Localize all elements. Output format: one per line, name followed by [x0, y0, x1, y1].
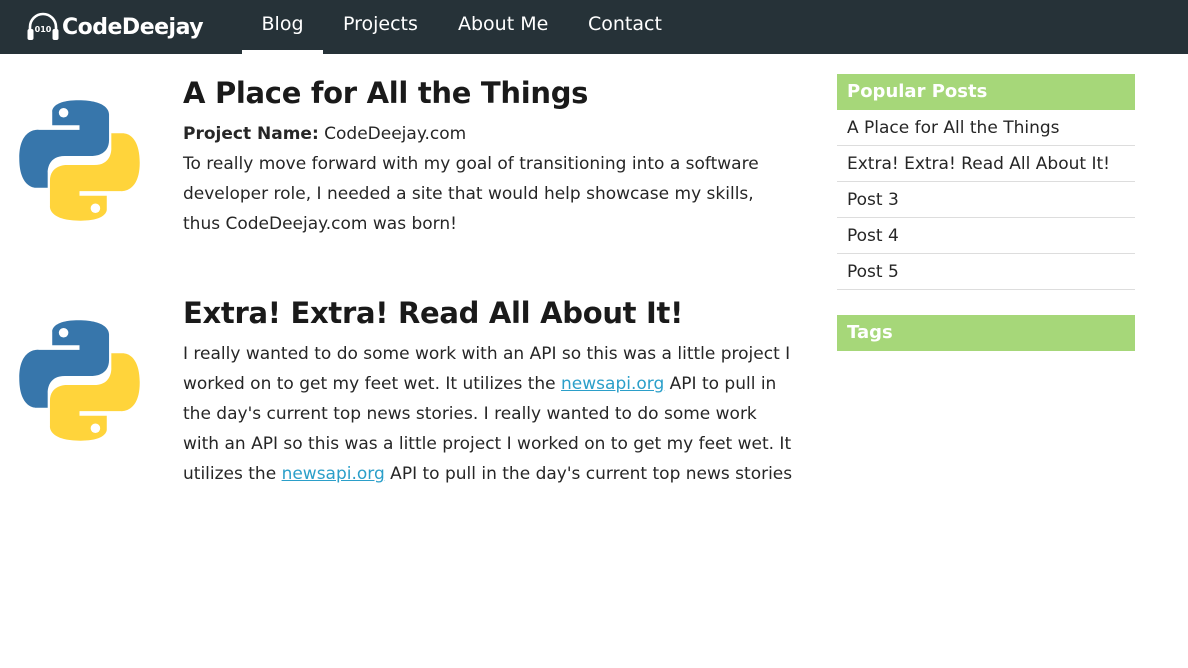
nav-link-projects[interactable]: Projects — [343, 0, 418, 50]
popular-post-item[interactable]: Post 3 — [837, 182, 1135, 218]
nav-link-contact[interactable]: Contact — [588, 0, 662, 50]
tags-heading: Tags — [837, 315, 1135, 351]
top-navbar: 010 CodeDeejay Blog Projects About Me Co… — [0, 0, 1188, 54]
popular-posts-list: A Place for All the Things Extra! Extra!… — [837, 110, 1135, 290]
post-title[interactable]: Extra! Extra! Read All About It! — [183, 296, 683, 330]
post-title[interactable]: A Place for All the Things — [183, 76, 588, 110]
popular-post-link[interactable]: Extra! Extra! Read All About It! — [847, 154, 1110, 174]
logo-text: CodeDeejay — [62, 14, 204, 40]
python-logo-icon — [19, 100, 140, 221]
sidebar: Popular Posts A Place for All the Things… — [837, 74, 1135, 351]
popular-post-item[interactable]: A Place for All the Things — [837, 110, 1135, 146]
site-logo[interactable]: 010 CodeDeejay — [26, 9, 204, 45]
logo-badge-text: 010 — [35, 25, 52, 34]
newsapi-link[interactable]: newsapi.org — [282, 464, 385, 484]
newsapi-link[interactable]: newsapi.org — [561, 374, 664, 394]
project-name-value: CodeDeejay.com — [324, 124, 467, 144]
post-summary: I really wanted to do some work with an … — [183, 344, 793, 484]
popular-post-link[interactable]: Post 3 — [847, 190, 899, 210]
nav-link-about-me[interactable]: About Me — [458, 0, 548, 50]
project-name-label: Project Name: — [183, 124, 319, 144]
post-body: I really wanted to do some work with an … — [183, 339, 793, 489]
popular-post-link[interactable]: Post 4 — [847, 226, 899, 246]
post-summary: To really move forward with my goal of t… — [183, 154, 759, 234]
popular-post-item[interactable]: Post 5 — [837, 254, 1135, 290]
python-logo-icon — [19, 320, 140, 441]
popular-posts-heading: Popular Posts — [837, 74, 1135, 110]
nav-link-blog[interactable]: Blog — [242, 0, 323, 54]
popular-post-link[interactable]: Post 5 — [847, 262, 899, 282]
popular-post-item[interactable]: Extra! Extra! Read All About It! — [837, 146, 1135, 182]
popular-post-link[interactable]: A Place for All the Things — [847, 118, 1060, 138]
popular-post-item[interactable]: Post 4 — [837, 218, 1135, 254]
headphones-logo-icon: 010 — [27, 12, 59, 40]
post-body: Project Name: CodeDeejay.com To really m… — [183, 119, 793, 239]
